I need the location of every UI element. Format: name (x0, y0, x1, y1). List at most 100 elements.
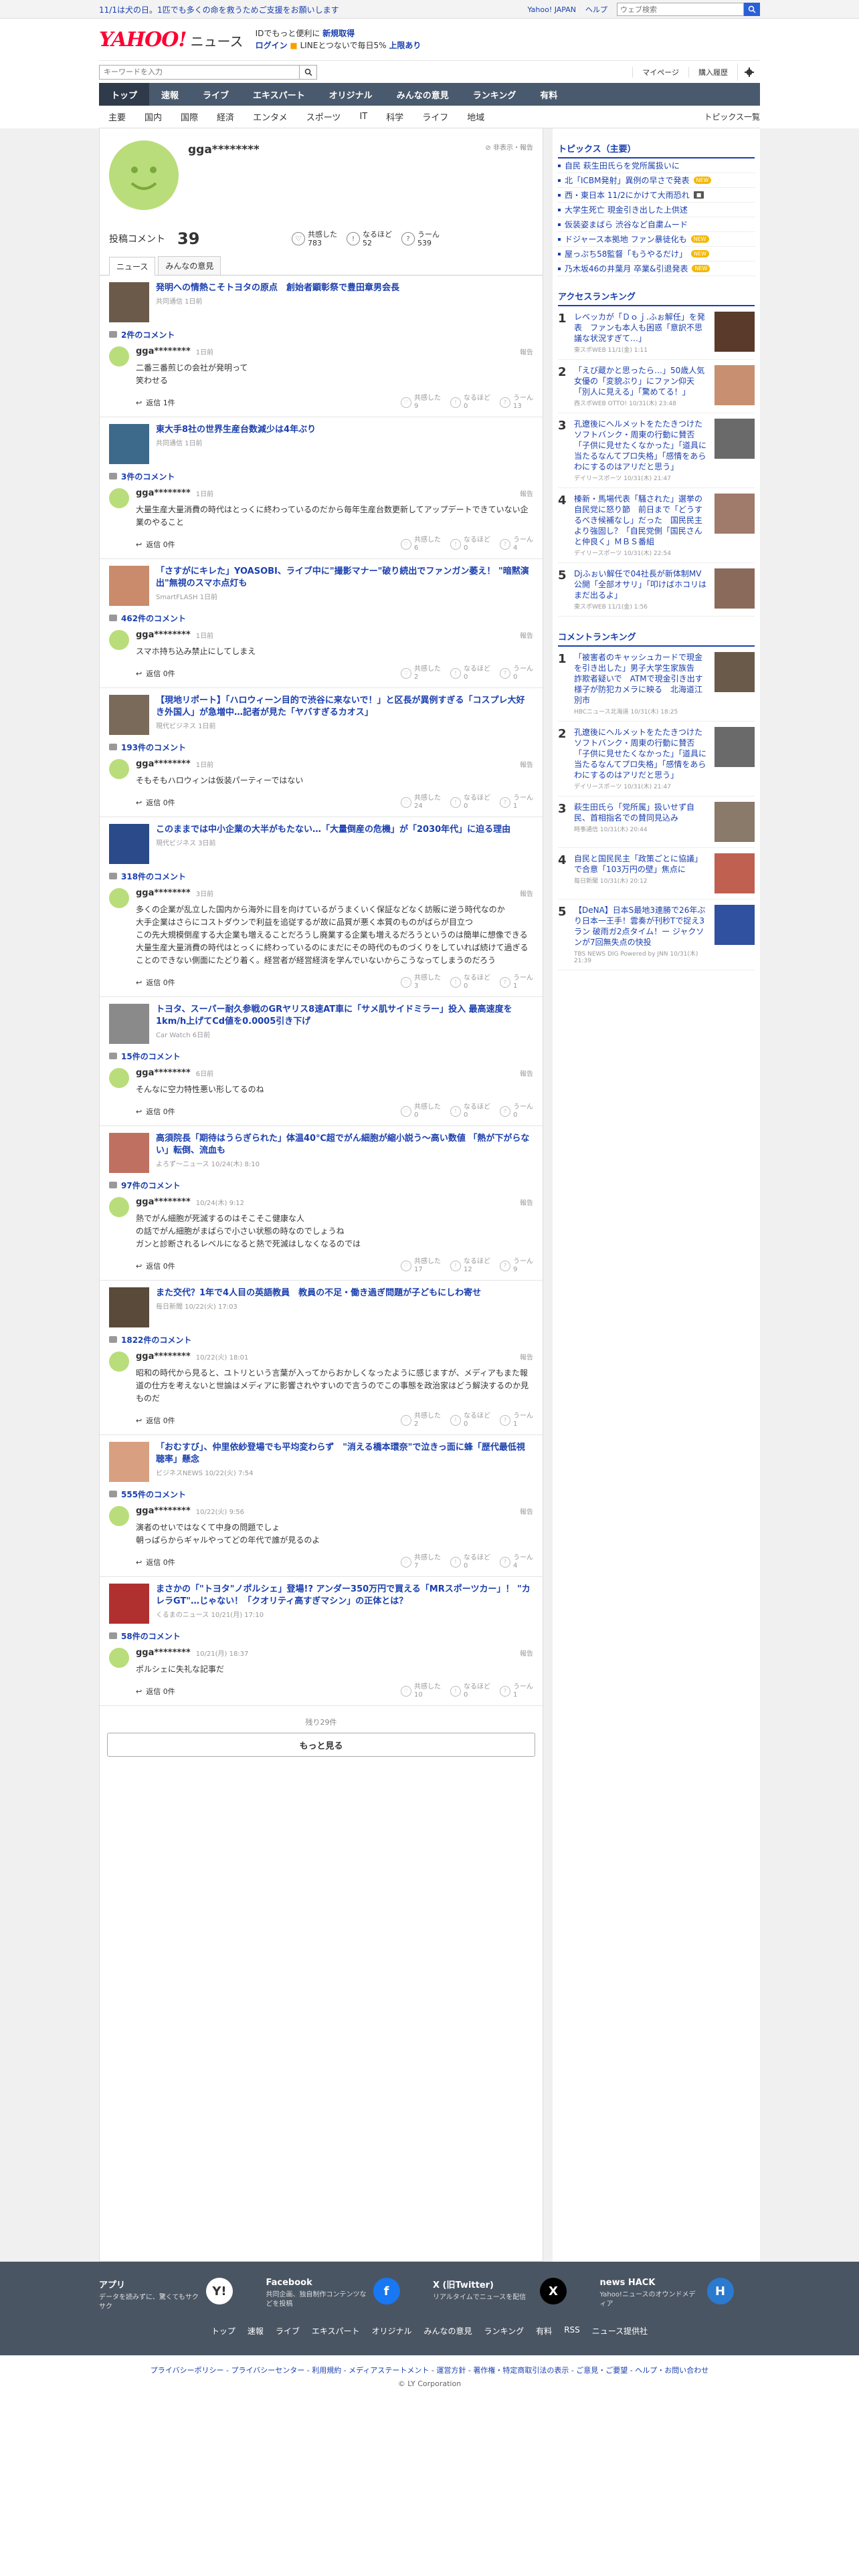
legal-links[interactable]: プライバシーポリシー - プライバシーセンター - 利用規約 - メディアステー… (0, 2365, 859, 2375)
hmm-button[interactable]: ? うーん 13 (500, 395, 533, 411)
footer-link[interactable]: RSS (564, 2325, 580, 2337)
web-search-input[interactable] (617, 3, 744, 16)
footer-link[interactable]: オリジナル (372, 2325, 412, 2337)
cat-domestic[interactable]: 国内 (135, 110, 171, 123)
footer-promo[interactable]: news HACK Yahoo!ニュースのオウンドメディア H (600, 2278, 761, 2312)
insight-button[interactable]: ! なるほど 0 (450, 1554, 490, 1570)
article-link[interactable]: まさかの「"トヨタ"ノポルシェ」登場!? アンダー350万円で買える「MRスポー… (109, 1584, 533, 1624)
topic-item[interactable]: 仮装姿まばら 渋谷など自粛ムード (558, 217, 755, 232)
report-button[interactable]: 報告 (520, 346, 533, 356)
article-title[interactable]: 発明への情熱こそトヨタの原点 創始者顕彰祭で豊田章男会長 (156, 282, 399, 294)
empathy-button[interactable]: ♡ 共感した 10 (401, 1683, 441, 1699)
insight-button[interactable]: ! なるほど 0 (450, 1683, 490, 1699)
article-link[interactable]: 【現地リポート】「ハロウィーン目的で渋谷に来ないで！」と区長が異例すぎる「コスプ… (109, 695, 533, 735)
ranking-item[interactable]: 2 孔遼後にヘルメットをたたきつけたソフトバンク・周東の行動に賛否「子供に見せた… (558, 722, 755, 796)
empathy-button[interactable]: ♡ 共感した 2 (401, 1412, 441, 1428)
article-title[interactable]: トヨタ、スーパー耐久参戦のGRヤリス8速AT車に「サメ肌サイドミラー」投入 最高… (156, 1004, 533, 1028)
topics-list-link[interactable]: トピックス一覧 (704, 111, 760, 122)
article-title[interactable]: このままでは中小企業の大半がもたない…「大量倒産の危機」が「2030年代」に迫る… (156, 824, 510, 836)
notice-link[interactable]: 11/1は犬の日。1匹でも多くの命を救うためご支援をお願いします (99, 4, 527, 15)
footer-link[interactable]: 速報 (248, 2325, 264, 2337)
article-title[interactable]: 【現地リポート】「ハロウィーン目的で渋谷に来ないで！」と区長が異例すぎる「コスプ… (156, 695, 533, 719)
cat-entertainment[interactable]: エンタメ (244, 110, 297, 123)
topic-item[interactable]: 大学生死亡 現金引き出した上供述 (558, 203, 755, 217)
article-title[interactable]: 東大手8社の世界生産台数減少は4年ぶり (156, 424, 316, 436)
cat-sports[interactable]: スポーツ (297, 110, 351, 123)
footer-promo[interactable]: アプリ データを読みずに、驚くてもサクサク Y! (99, 2278, 260, 2312)
footer-link[interactable]: 有料 (536, 2325, 552, 2337)
web-search-button[interactable] (744, 3, 760, 16)
footer-link[interactable]: エキスパート (312, 2325, 360, 2337)
article-link[interactable]: 「さすがにキレた」YOASOBI、ライブ中に"撮影マナー"破り続出でファンガン萎… (109, 566, 533, 606)
comment-author[interactable]: gga******** (136, 1197, 191, 1207)
article-link[interactable]: このままでは中小企業の大半がもたない…「大量倒産の危機」が「2030年代」に迫る… (109, 824, 533, 864)
reply-button[interactable]: ↩ 返信 0件 (136, 668, 175, 679)
comment-author[interactable]: gga******** (136, 1068, 191, 1078)
topic-item[interactable]: 自民 萩生田氏らを党所属扱いに (558, 158, 755, 173)
nav-live[interactable]: ライブ (191, 83, 241, 106)
topic-item[interactable]: 西・東日本 11/2にかけて大雨恐れ ■ (558, 188, 755, 203)
report-button[interactable]: 報告 (520, 1197, 533, 1207)
limit-link[interactable]: 上限あり (389, 41, 421, 50)
signup-link[interactable]: 新規取得 (322, 29, 355, 38)
reply-button[interactable]: ↩ 返信 0件 (136, 1686, 175, 1697)
empathy-button[interactable]: ♡ 共感した 17 (401, 1258, 441, 1274)
comment-count-link[interactable]: 2件のコメント (109, 328, 533, 341)
comment-count-link[interactable]: 555件のコメント (109, 1487, 533, 1501)
ranking-item[interactable]: 5 Djふぉい解任で04社長が新体制MV公開「全部オサリ」「叩けばホコリはまだ出… (558, 563, 755, 617)
empathy-button[interactable]: ♡ 共感した 7 (401, 1554, 441, 1570)
hmm-button[interactable]: ? うーん 1 (500, 1412, 533, 1428)
footer-link[interactable]: ライブ (276, 2325, 300, 2337)
empathy-button[interactable]: ♡ 共感した 0 (401, 1103, 441, 1119)
empathy-button[interactable]: ♡ 共感した 6 (401, 536, 441, 552)
keyword-input[interactable] (99, 64, 300, 80)
report-button[interactable]: 報告 (520, 1352, 533, 1362)
ranking-item[interactable]: 4 榛新・馬場代表「騒された」選挙の自民党に怒り節 前日まで「どうするべき候補な… (558, 488, 755, 563)
comment-count-link[interactable]: 1822件のコメント (109, 1333, 533, 1346)
hide-report-link[interactable]: ⊘ 非表示・報告 (485, 142, 533, 152)
report-button[interactable]: 報告 (520, 488, 533, 498)
reply-button[interactable]: ↩ 返信 0件 (136, 1415, 175, 1426)
help-link[interactable]: ヘルプ (585, 4, 607, 15)
load-more-button[interactable]: もっと見る (107, 1733, 535, 1757)
mypage-link[interactable]: マイページ (632, 66, 688, 78)
hmm-button[interactable]: ? うーん 4 (500, 1554, 533, 1570)
cat-main[interactable]: 主要 (99, 110, 135, 123)
comment-author[interactable]: gga******** (136, 488, 191, 498)
report-button[interactable]: 報告 (520, 759, 533, 769)
ranking-item[interactable]: 3 孔遼後にヘルメットをたたきつけたソフトバンク・周東の行動に賛否「子供に見せた… (558, 413, 755, 488)
article-link[interactable]: 東大手8社の世界生産台数減少は4年ぶり 共同通信 1日前 (109, 424, 533, 464)
report-button[interactable]: 報告 (520, 1506, 533, 1516)
insight-button[interactable]: ! なるほど 0 (450, 536, 490, 552)
article-link[interactable]: 高須院長「期待はうらぎられた」体温40℃超でがん細胞が縮小説う〜高い数値 「熱が… (109, 1133, 533, 1173)
purchase-history-link[interactable]: 購入履歴 (688, 66, 737, 78)
insight-button[interactable]: ! なるほど 0 (450, 1412, 490, 1428)
insight-button[interactable]: ! なるほど 0 (450, 665, 490, 681)
report-button[interactable]: 報告 (520, 1648, 533, 1658)
insight-button[interactable]: ! なるほど 0 (450, 1103, 490, 1119)
keyword-search-button[interactable] (300, 64, 317, 80)
nav-top[interactable]: トップ (99, 83, 150, 106)
cat-it[interactable]: IT (350, 112, 377, 122)
article-title[interactable]: また交代？1年で4人目の英語教員 教員の不足・働き過ぎ問題が子どもにしわ寄せ (156, 1287, 481, 1299)
comment-author[interactable]: gga******** (136, 346, 191, 356)
ranking-item[interactable]: 1 「被害者のキャッシュカードで現金を引き出した」男子大学生家族告 詐欺者疑いで… (558, 647, 755, 722)
ranking-item[interactable]: 3 萩生田氏ら「党所属」扱いせず自民、首相指名での賛同見込み 時事通信 10/31… (558, 796, 755, 848)
article-link[interactable]: また交代？1年で4人目の英語教員 教員の不足・働き過ぎ問題が子どもにしわ寄せ 毎… (109, 1287, 533, 1327)
insight-button[interactable]: ! なるほど 0 (450, 794, 490, 811)
report-button[interactable]: 報告 (520, 1068, 533, 1078)
footer-promo[interactable]: X (旧Twitter) リアルタイムでニュースを配信 X (433, 2278, 593, 2312)
ranking-item[interactable]: 5 【DeNA】日本S最地3連勝で26年ぶり日本一王手！雲奏が刊秒Tで捉え3ラン… (558, 899, 755, 970)
reply-button[interactable]: ↩ 返信 0件 (136, 539, 175, 550)
footer-link[interactable]: ランキング (484, 2325, 524, 2337)
login-link[interactable]: ログイン (256, 41, 288, 50)
reply-button[interactable]: ↩ 返信 0件 (136, 1261, 175, 1271)
comment-count-link[interactable]: 3件のコメント (109, 469, 533, 483)
reply-button[interactable]: ↩ 返信 0件 (136, 797, 175, 808)
yahoo-japan-link[interactable]: Yahoo! JAPAN (527, 5, 576, 14)
cat-science[interactable]: 科学 (377, 110, 413, 123)
reply-button[interactable]: ↩ 返信 0件 (136, 1106, 175, 1117)
nav-paid[interactable]: 有料 (528, 83, 569, 106)
reply-button[interactable]: ↩ 返信 0件 (136, 977, 175, 988)
footer-promo[interactable]: Facebook 共同企画、独自制作コンテンツなどを投稿 f (266, 2278, 427, 2312)
